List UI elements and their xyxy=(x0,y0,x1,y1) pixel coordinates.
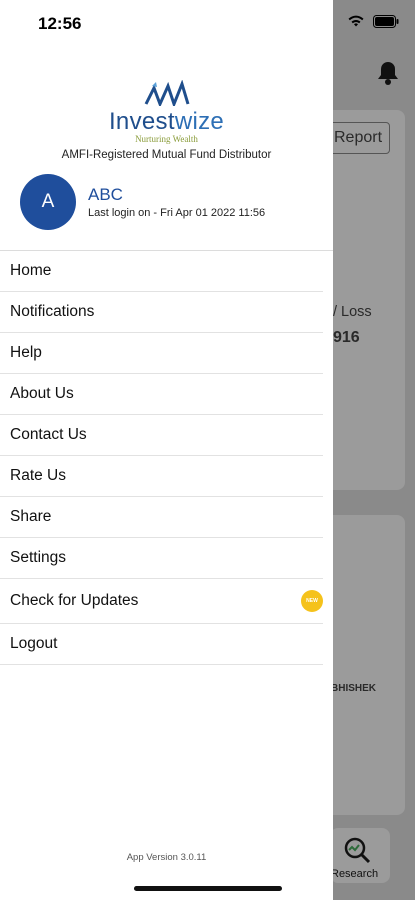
menu-item-help[interactable]: Help xyxy=(0,333,323,374)
name-fragment: BHISHEK xyxy=(331,683,377,694)
wifi-icon xyxy=(347,14,365,33)
battery-icon xyxy=(373,14,399,33)
menu-item-logout[interactable]: Logout xyxy=(0,624,323,665)
menu-item-home[interactable]: Home xyxy=(0,251,323,292)
menu-item-label: Logout xyxy=(10,635,58,652)
menu-item-share[interactable]: Share xyxy=(0,497,323,538)
menu-item-settings[interactable]: Settings xyxy=(0,538,323,579)
status-time: 12:56 xyxy=(38,14,82,33)
menu-item-label: Rate Us xyxy=(10,467,66,484)
profit-loss-label: / Loss xyxy=(333,304,372,320)
avatar[interactable]: A xyxy=(20,174,76,230)
distributor-text: AMFI-Registered Mutual Fund Distributor xyxy=(61,149,272,161)
logo-text-wize: wize xyxy=(174,108,225,135)
status-icons xyxy=(347,14,399,33)
menu-item-label: Notifications xyxy=(10,303,95,320)
brand-logo: Investwize Nurturing Wealth xyxy=(0,79,333,144)
menu-item-about-us[interactable]: About Us xyxy=(0,374,323,415)
menu-item-label: Check for Updates xyxy=(10,592,139,609)
brand-tagline: Nurturing Wealth xyxy=(135,134,198,144)
bell-icon[interactable] xyxy=(376,60,400,91)
menu-item-notifications[interactable]: Notifications xyxy=(0,292,323,333)
menu-item-label: Contact Us xyxy=(10,426,87,443)
app-version: App Version 3.0.11 xyxy=(126,852,207,863)
logo-text-invest: Invest xyxy=(108,108,175,135)
logo-mark-icon xyxy=(0,79,333,109)
menu-item-contact-us[interactable]: Contact Us xyxy=(0,415,323,456)
menu-item-label: Home xyxy=(10,262,52,279)
new-badge-icon: NEW xyxy=(301,590,323,612)
home-indicator[interactable] xyxy=(134,886,282,891)
profit-loss-value: 916 xyxy=(333,329,360,346)
drawer-menu: Home Notifications Help About Us Contact… xyxy=(0,251,333,665)
navigation-drawer: 12:56 Investwize Nurturing Wealth AMFI-R… xyxy=(0,0,333,900)
menu-item-label: Settings xyxy=(10,549,67,566)
research-label: Research xyxy=(331,868,379,880)
research-icon xyxy=(343,836,371,869)
menu-item-label: About Us xyxy=(10,385,74,402)
research-tab[interactable]: Research xyxy=(330,828,390,883)
last-login-text: Last login on - Fri Apr 01 2022 11:56 xyxy=(88,207,266,219)
user-name: ABC xyxy=(88,185,123,204)
menu-item-rate-us[interactable]: Rate Us xyxy=(0,456,323,497)
menu-item-check-for-updates[interactable]: Check for Updates NEW xyxy=(0,579,323,624)
menu-item-label: Help xyxy=(10,344,42,361)
menu-item-label: Share xyxy=(10,508,52,525)
report-button[interactable]: Report xyxy=(326,122,390,154)
